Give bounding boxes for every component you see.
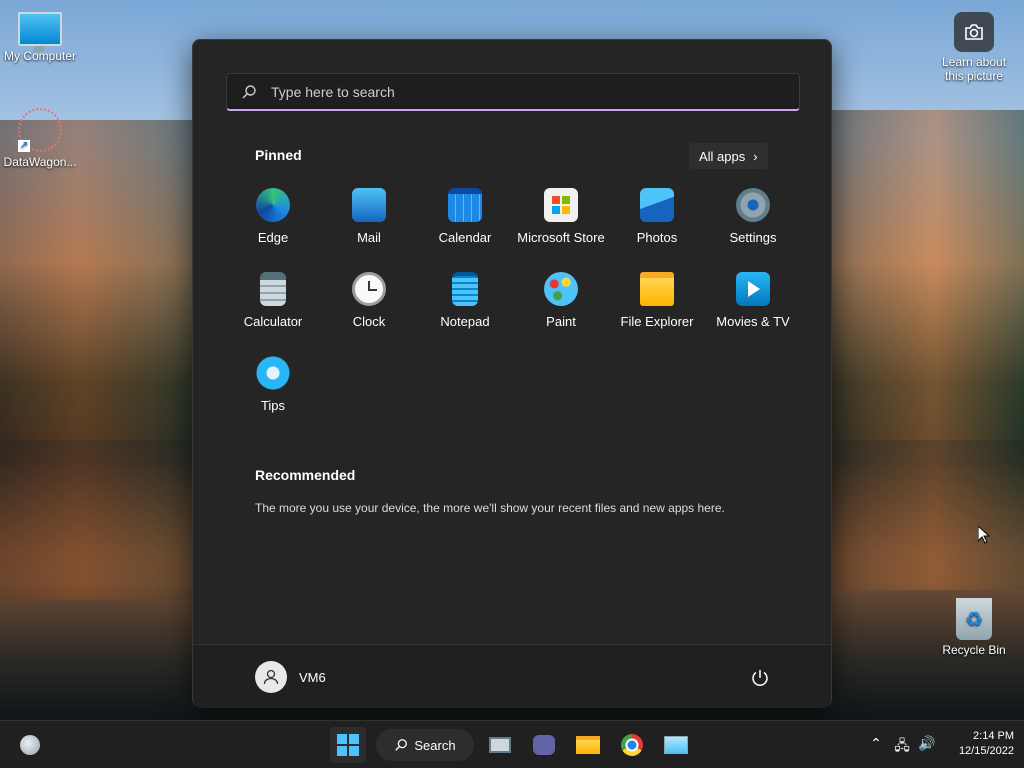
mail-icon xyxy=(352,188,386,222)
search-input[interactable] xyxy=(269,82,799,101)
app-label: Notepad xyxy=(440,314,490,329)
volume-icon[interactable]: 🔊 xyxy=(917,735,937,755)
recommended-title: Recommended xyxy=(255,467,356,483)
pinned-app-notepad[interactable]: Notepad xyxy=(417,272,513,329)
pinned-app-edge[interactable]: Edge xyxy=(225,188,321,245)
lightbulb-icon xyxy=(256,356,290,390)
clock-time: 2:14 PM xyxy=(973,730,1014,742)
weather-widget-button[interactable] xyxy=(12,727,48,763)
chat-icon xyxy=(533,735,555,755)
start-search-box[interactable] xyxy=(226,73,800,111)
start-footer: VM6 xyxy=(193,644,831,708)
task-view-button[interactable] xyxy=(482,727,518,763)
start-menu: Pinned All apps › Edge Mail Calendar Mic… xyxy=(192,39,832,708)
app-label: Movies & TV xyxy=(716,314,790,329)
pinned-app-photos[interactable]: Photos xyxy=(609,188,705,245)
calculator-icon xyxy=(260,272,286,306)
all-apps-button[interactable]: All apps › xyxy=(689,143,768,169)
app-label: Edge xyxy=(257,230,289,245)
recycle-bin-icon: ♻ xyxy=(956,598,992,640)
show-hidden-icons-chevron-up-icon[interactable]: ⌃ xyxy=(866,735,886,755)
taskbar-search-label: Search xyxy=(414,737,456,753)
calendar-icon xyxy=(448,188,482,222)
clock-date: 12/15/2022 xyxy=(958,745,1014,757)
taskbar-clock[interactable]: 2:14 PM 12/15/2022 xyxy=(944,729,1014,759)
pinned-app-calendar[interactable]: Calendar xyxy=(417,188,513,245)
desktop-icon-learn-about-picture[interactable]: Learn about this picture xyxy=(934,12,1014,83)
search-icon xyxy=(242,84,256,98)
app-label: File Explorer xyxy=(620,314,694,329)
power-icon[interactable] xyxy=(749,667,771,689)
weather-cloud-icon xyxy=(20,735,40,755)
pinned-title: Pinned xyxy=(255,147,302,163)
recommended-empty-text: The more you use your device, the more w… xyxy=(255,501,725,515)
edge-icon xyxy=(256,188,290,222)
app-label: Tips xyxy=(260,398,286,413)
desktop-icon-recycle-bin[interactable]: ♻ Recycle Bin xyxy=(934,598,1014,657)
folder-icon xyxy=(576,736,600,754)
desktop-icon-label: DataWagon... xyxy=(3,155,77,169)
desktop-icon-my-computer[interactable]: My Computer xyxy=(0,12,80,63)
user-avatar-icon xyxy=(255,661,287,693)
mouse-cursor-icon xyxy=(977,524,991,544)
network-icon[interactable]: 🖧 xyxy=(892,735,912,755)
chart-app-icon xyxy=(664,736,688,754)
app-label: Photos xyxy=(636,230,678,245)
pinned-app-paint[interactable]: Paint xyxy=(513,272,609,329)
datawagon-icon: ↗ xyxy=(18,108,62,152)
store-icon xyxy=(544,188,578,222)
pinned-app-movies-tv[interactable]: Movies & TV xyxy=(705,272,801,329)
photos-icon xyxy=(640,188,674,222)
pinned-app-calculator[interactable]: Calculator xyxy=(225,272,321,329)
task-view-icon xyxy=(489,737,511,753)
file-explorer-taskbar-button[interactable] xyxy=(570,727,606,763)
start-button[interactable] xyxy=(330,727,366,763)
notepad-icon xyxy=(452,272,478,306)
taskbar-search-button[interactable]: Search xyxy=(376,729,474,761)
user-account-button[interactable]: VM6 xyxy=(255,661,326,693)
app-label: Calendar xyxy=(438,230,492,245)
all-apps-label: All apps xyxy=(699,148,746,164)
desktop-icon-label: Learn about this picture xyxy=(941,55,1007,83)
windows-logo-icon xyxy=(337,734,359,756)
desktop-icon-label: Recycle Bin xyxy=(942,643,1006,657)
movies-icon xyxy=(736,272,770,306)
chrome-icon xyxy=(621,734,643,756)
search-icon xyxy=(395,739,408,751)
pinned-app-settings[interactable]: Settings xyxy=(705,188,801,245)
pinned-app-microsoft-store[interactable]: Microsoft Store xyxy=(513,188,609,245)
monitor-icon xyxy=(18,12,62,52)
app-label: Microsoft Store xyxy=(517,230,605,245)
paint-icon xyxy=(544,272,578,306)
monitor-app-taskbar-button[interactable] xyxy=(658,727,694,763)
chrome-taskbar-button[interactable] xyxy=(614,727,650,763)
taskbar: Search ⌃ 🖧 🔊 2:14 PM 12/15/2022 xyxy=(0,720,1024,768)
shortcut-arrow-icon: ↗ xyxy=(18,140,30,152)
user-name: VM6 xyxy=(299,669,326,685)
app-label: Clock xyxy=(352,314,386,329)
folder-icon xyxy=(640,272,674,306)
chevron-right-icon: › xyxy=(753,148,758,164)
app-label: Settings xyxy=(729,230,777,245)
gear-icon xyxy=(736,188,770,222)
app-label: Calculator xyxy=(243,314,303,329)
pinned-app-mail[interactable]: Mail xyxy=(321,188,417,245)
pinned-app-tips[interactable]: Tips xyxy=(225,356,321,413)
desktop-icon-datawagon[interactable]: ↗ DataWagon... xyxy=(0,108,80,169)
teams-chat-button[interactable] xyxy=(526,727,562,763)
clock-icon xyxy=(352,272,386,306)
app-label: Paint xyxy=(546,314,576,329)
camera-icon xyxy=(954,12,994,52)
app-label: Mail xyxy=(357,230,381,245)
pinned-app-file-explorer[interactable]: File Explorer xyxy=(609,272,705,329)
pinned-app-clock[interactable]: Clock xyxy=(321,272,417,329)
